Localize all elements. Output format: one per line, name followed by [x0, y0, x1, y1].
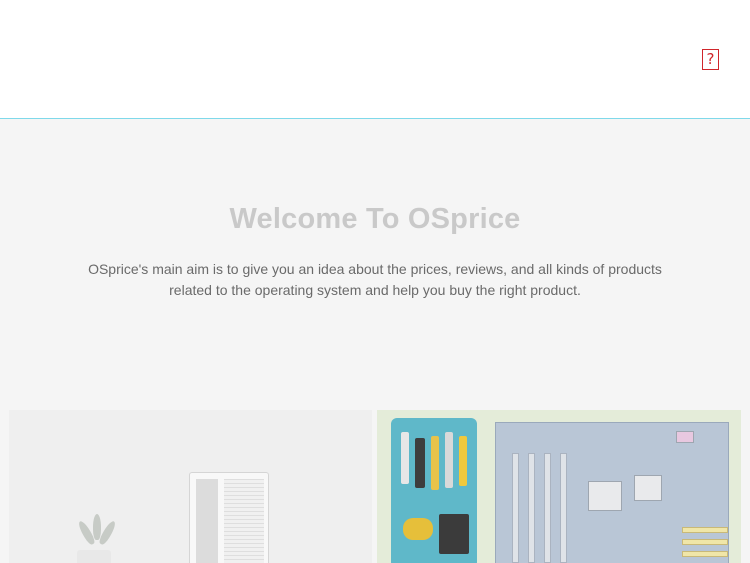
site-header: ? [0, 0, 750, 119]
product-image-desktop[interactable] [9, 410, 372, 563]
pci-slot [560, 453, 567, 563]
tape-icon [403, 518, 433, 540]
menu-icon[interactable]: ? [702, 49, 719, 70]
port-connector [676, 431, 694, 443]
intro-description: OSprice's main aim is to give you an ide… [88, 261, 662, 298]
pci-slot [528, 453, 535, 563]
pci-slot [512, 453, 519, 563]
tool-handle [431, 436, 439, 490]
toolkit-icon [391, 418, 477, 563]
page-title: Welcome To OSprice [229, 203, 521, 235]
product-image-hardware[interactable] [377, 410, 741, 563]
intro-section: Welcome To OSprice OSprice's main aim is… [0, 119, 750, 409]
tool-handle [415, 438, 425, 488]
pc-case-icon [189, 472, 269, 563]
tool-handle [445, 432, 453, 488]
tool-handle [459, 436, 467, 486]
ram-slot [682, 551, 728, 557]
case-side-panel [196, 479, 218, 563]
screwdriver-icon [401, 432, 409, 484]
ram-slot [682, 527, 728, 533]
ram-slot [682, 539, 728, 545]
pci-slot [544, 453, 551, 563]
chipset [588, 481, 622, 511]
cpu-socket [634, 475, 662, 501]
motherboard-icon [495, 422, 729, 563]
pliers-icon [439, 514, 469, 554]
case-front-grille [224, 479, 264, 563]
plant-pot [77, 550, 111, 563]
